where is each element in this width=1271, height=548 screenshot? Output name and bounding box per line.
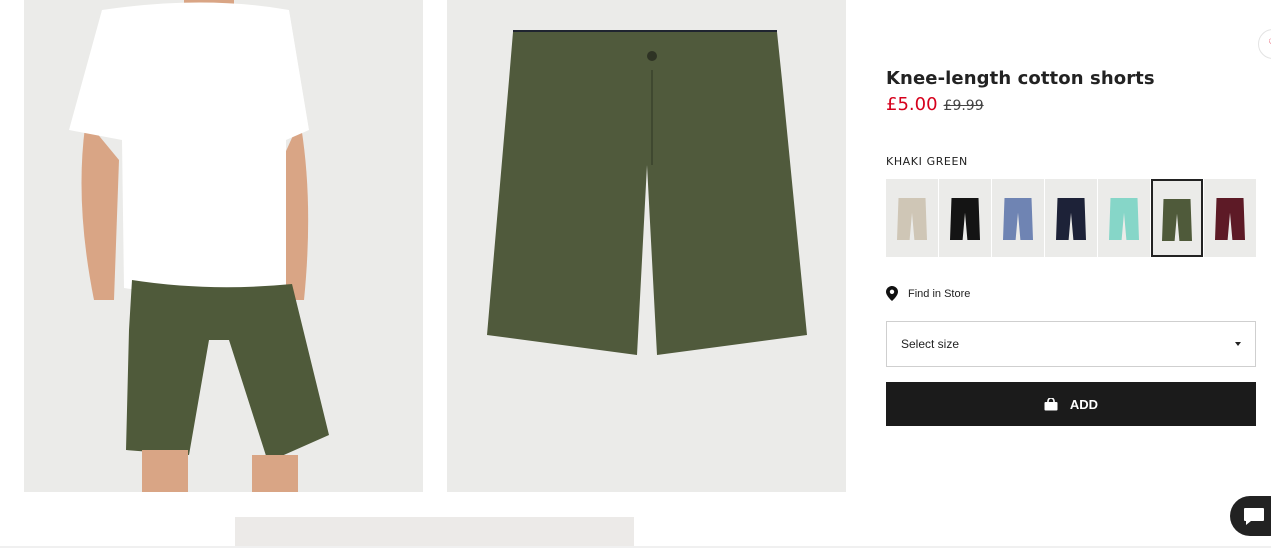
swatch-burgundy[interactable] bbox=[1204, 179, 1256, 257]
add-button-label: ADD bbox=[1069, 396, 1099, 412]
chat-bubble-icon bbox=[1244, 508, 1264, 525]
find-in-store-label: Find in Store bbox=[908, 287, 971, 300]
price-row: £5.00 £9.99 bbox=[886, 94, 1256, 115]
swatch-shorts-icon bbox=[1215, 198, 1245, 240]
product-page: Knee-length cotton shorts £5.00 £9.99 KH… bbox=[0, 0, 1271, 548]
swatch-shorts-icon bbox=[950, 198, 980, 240]
swatch-shorts-icon bbox=[1056, 198, 1086, 240]
size-select-label: Select size bbox=[901, 337, 960, 351]
swatch-khaki-green[interactable] bbox=[1151, 179, 1203, 257]
product-image-flat[interactable] bbox=[447, 0, 846, 492]
find-in-store-link[interactable]: Find in Store bbox=[886, 286, 970, 301]
chevron-down-icon bbox=[1235, 342, 1241, 346]
chat-button[interactable] bbox=[1230, 496, 1271, 536]
location-pin-icon bbox=[886, 286, 898, 301]
favourite-button[interactable]: ♡ bbox=[1258, 29, 1271, 59]
swatch-dark-blue[interactable] bbox=[1045, 179, 1097, 257]
product-image-model[interactable] bbox=[24, 0, 423, 492]
swatch-blue[interactable] bbox=[992, 179, 1044, 257]
original-price: £9.99 bbox=[943, 98, 984, 114]
swatch-black[interactable] bbox=[939, 179, 991, 257]
color-swatches bbox=[886, 179, 1257, 257]
add-to-bag-button[interactable]: ADD bbox=[886, 382, 1256, 426]
shorts-illustration bbox=[447, 0, 846, 492]
swatch-mint[interactable] bbox=[1098, 179, 1150, 257]
product-image-bottom[interactable] bbox=[235, 517, 634, 548]
product-info: Knee-length cotton shorts £5.00 £9.99 bbox=[886, 68, 1256, 115]
sale-price: £5.00 bbox=[886, 94, 938, 115]
swatch-shorts-icon bbox=[1003, 198, 1033, 240]
swatch-shorts-icon bbox=[1109, 198, 1139, 240]
size-select[interactable]: Select size bbox=[886, 321, 1256, 367]
selected-color-label: KHAKI GREEN bbox=[886, 155, 968, 168]
shopping-bag-icon bbox=[1044, 397, 1058, 410]
swatch-shorts-icon bbox=[897, 198, 927, 240]
swatch-shorts-icon bbox=[1162, 199, 1192, 241]
model-illustration bbox=[24, 0, 423, 492]
swatch-beige[interactable] bbox=[886, 179, 938, 257]
product-title: Knee-length cotton shorts bbox=[886, 68, 1155, 89]
